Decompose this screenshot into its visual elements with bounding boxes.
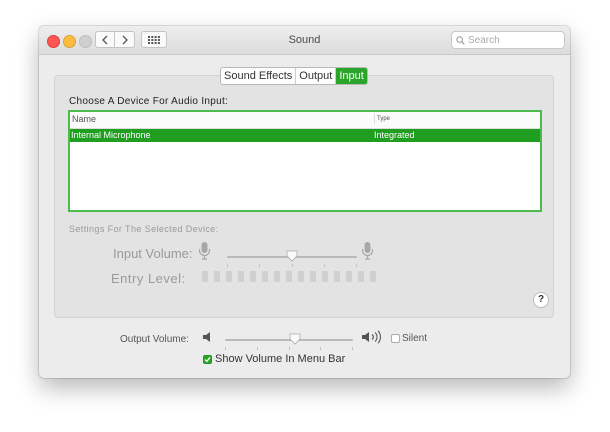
column-header-name[interactable]: Name xyxy=(72,114,96,124)
slider-tick xyxy=(324,264,325,267)
input-volume-slider[interactable] xyxy=(227,250,357,267)
slider-tick xyxy=(257,347,258,350)
help-button[interactable]: ? xyxy=(533,292,549,308)
speaker-high-icon xyxy=(362,330,382,344)
slider-tick xyxy=(352,347,353,350)
level-meter-segment xyxy=(286,271,292,282)
input-panel: Choose A Device For Audio Input: Name Ty… xyxy=(54,75,554,318)
output-volume-slider[interactable] xyxy=(225,333,353,350)
slider-ticks xyxy=(225,347,353,350)
settings-selected-device-label: Settings For The Selected Device: xyxy=(69,224,219,234)
level-meter-segment xyxy=(226,271,232,282)
level-meter-segment xyxy=(298,271,304,282)
show-volume-checkbox-box[interactable] xyxy=(203,354,212,364)
slider-knob[interactable] xyxy=(286,250,298,262)
search-field[interactable] xyxy=(451,31,565,49)
microphone-low-icon xyxy=(198,242,211,260)
slider-tick xyxy=(320,347,321,350)
slider-tick xyxy=(225,347,226,350)
level-meter-segment xyxy=(310,271,316,282)
column-header-type[interactable]: Type xyxy=(374,113,390,124)
sound-preferences-window: Sound Sound Effects Output Input Choose … xyxy=(39,26,570,378)
tab-input[interactable]: Input xyxy=(335,68,367,84)
level-meter-segment xyxy=(250,271,256,282)
entry-level-label: Entry Level: xyxy=(111,271,186,286)
slider-ticks xyxy=(227,264,357,267)
slider-tick xyxy=(259,264,260,267)
tab-output[interactable]: Output xyxy=(295,68,335,84)
slider-tick xyxy=(356,264,357,267)
search-icon xyxy=(456,35,465,45)
level-meter-segment xyxy=(262,271,268,282)
microphone-high-icon xyxy=(361,242,374,260)
silent-checkbox[interactable]: Silent xyxy=(391,333,427,344)
level-meter-segment xyxy=(202,271,208,282)
device-name-cell: Internal Microphone xyxy=(71,130,151,140)
output-volume-label: Output Volume: xyxy=(120,334,189,345)
show-volume-label: Show Volume In Menu Bar xyxy=(215,353,346,365)
show-volume-checkbox[interactable]: Show Volume In Menu Bar xyxy=(203,353,345,365)
level-meter-segment xyxy=(274,271,280,282)
entry-level-meter xyxy=(202,271,376,282)
tab-sound-effects[interactable]: Sound Effects xyxy=(221,68,295,84)
input-volume-label: Input Volume: xyxy=(113,246,193,261)
slider-knob[interactable] xyxy=(289,333,301,345)
slider-tick xyxy=(227,264,228,267)
slider-tick xyxy=(289,347,290,350)
level-meter-segment xyxy=(358,271,364,282)
input-device-table[interactable]: Name Type Internal Microphone Integrated xyxy=(68,110,542,212)
tab-bar: Sound Effects Output Input xyxy=(220,67,368,85)
silent-checkbox-box[interactable] xyxy=(391,334,400,343)
choose-device-label: Choose A Device For Audio Input: xyxy=(69,96,229,107)
silent-label: Silent xyxy=(402,333,428,344)
level-meter-segment xyxy=(322,271,328,282)
level-meter-segment xyxy=(238,271,244,282)
search-input[interactable] xyxy=(465,34,558,46)
level-meter-segment xyxy=(370,271,376,282)
device-type-cell: Integrated xyxy=(374,130,415,140)
table-row[interactable]: Internal Microphone Integrated xyxy=(70,129,540,142)
table-header: Name Type xyxy=(70,112,540,129)
level-meter-segment xyxy=(346,271,352,282)
speaker-low-icon xyxy=(203,332,210,342)
title-bar: Sound xyxy=(39,26,570,55)
level-meter-segment xyxy=(334,271,340,282)
slider-tick xyxy=(292,264,293,267)
checkmark-icon xyxy=(204,356,211,362)
level-meter-segment xyxy=(214,271,220,282)
